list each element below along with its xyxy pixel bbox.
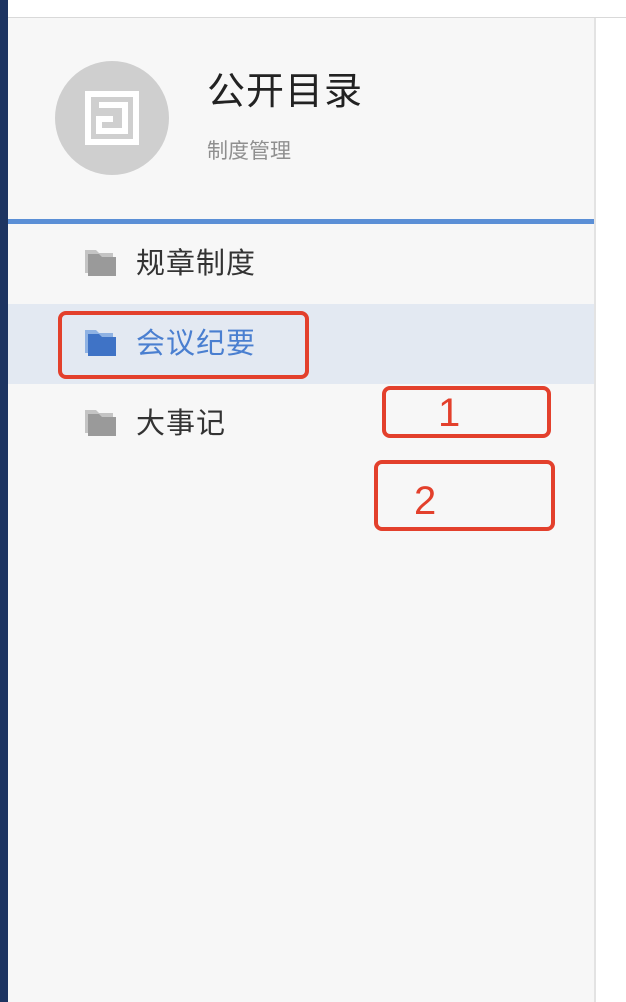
page-title: 公开目录 bbox=[207, 69, 364, 113]
page-subtitle: 制度管理 bbox=[207, 139, 291, 163]
nav-item-regulations[interactable]: 规章制度 bbox=[8, 224, 594, 304]
sidebar-header: 公开目录 制度管理 bbox=[8, 18, 594, 218]
annotation-box-active-item bbox=[58, 311, 309, 379]
nav-item-label: 规章制度 bbox=[136, 246, 257, 280]
document-icon bbox=[85, 91, 139, 145]
annotation-box-1 bbox=[382, 386, 551, 438]
left-edge-bar bbox=[0, 0, 8, 1002]
app-window: 公开目录 制度管理 规章制度 会议纪要 大事记 1 2 bbox=[0, 0, 626, 1002]
annotation-label-2: 2 bbox=[414, 479, 437, 523]
content-area bbox=[596, 18, 626, 1002]
top-bar bbox=[0, 0, 626, 18]
folder-icon bbox=[85, 250, 116, 276]
annotation-box-2 bbox=[374, 460, 555, 531]
annotation-label-1: 1 bbox=[438, 391, 461, 435]
folder-icon bbox=[85, 410, 116, 436]
nav-item-label: 大事记 bbox=[136, 406, 227, 440]
avatar bbox=[55, 61, 169, 175]
